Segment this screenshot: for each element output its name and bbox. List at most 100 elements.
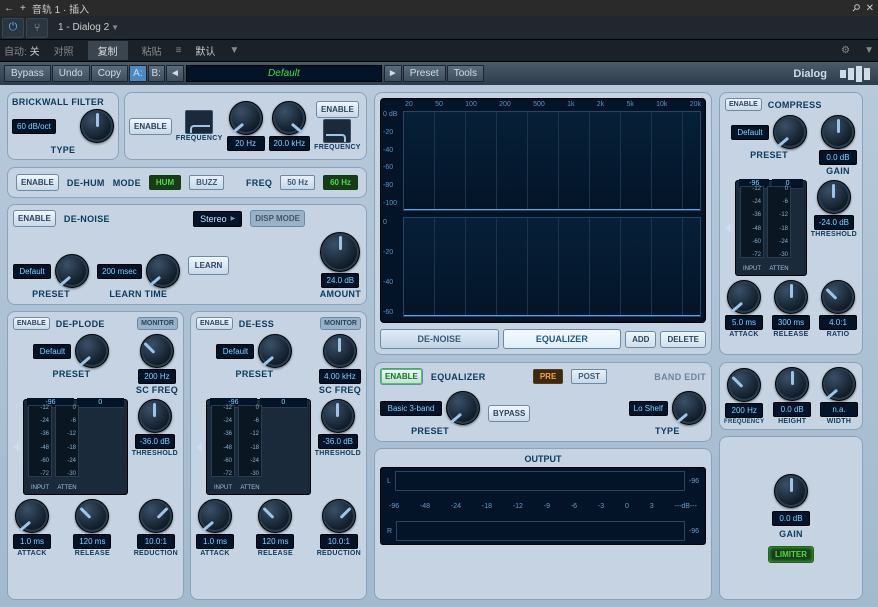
deplode-attack-knob[interactable] bbox=[15, 499, 49, 533]
band-delete-button[interactable]: DELETE bbox=[660, 331, 706, 348]
compress-enable[interactable]: ENABLE bbox=[725, 98, 762, 111]
gear-icon[interactable]: ⚙ bbox=[841, 45, 850, 56]
denoise-disp-button[interactable]: DISP MODE bbox=[250, 210, 305, 227]
pin-icon[interactable]: ⚲ bbox=[849, 2, 862, 15]
denoise-preset-knob[interactable] bbox=[55, 254, 89, 288]
eq-freq-knob[interactable] bbox=[727, 368, 761, 402]
host-preset-select[interactable]: 1 - Dialog 2▼ bbox=[50, 22, 127, 33]
compress-preset-value[interactable]: Default bbox=[731, 125, 769, 140]
compare-button[interactable]: 对照 bbox=[54, 43, 74, 58]
dehum-hum-button[interactable]: HUM bbox=[149, 175, 181, 190]
eq-type-value[interactable]: Lo Shelf bbox=[629, 401, 668, 416]
menu-icon[interactable]: ≡ bbox=[176, 45, 182, 56]
deess-scfreq-knob[interactable] bbox=[323, 334, 357, 368]
deplode-reduction-knob[interactable] bbox=[139, 499, 173, 533]
deess-attack-knob[interactable] bbox=[198, 499, 232, 533]
denoise-stereo-select[interactable]: Stereo▶ bbox=[193, 211, 242, 227]
preset-menu-button[interactable]: Preset bbox=[403, 65, 446, 82]
eq-width-value[interactable]: n.a. bbox=[820, 402, 858, 417]
deplode-enable[interactable]: ENABLE bbox=[13, 317, 50, 330]
eq-height-value[interactable]: 0.0 dB bbox=[773, 402, 811, 417]
preset-display[interactable]: Default bbox=[186, 65, 382, 82]
bypass-button[interactable]: Bypass bbox=[4, 65, 51, 82]
eq-freq-value[interactable]: 200 Hz bbox=[725, 403, 763, 418]
eq-width-knob[interactable] bbox=[822, 367, 856, 401]
denoise-learn-value[interactable]: 200 msec bbox=[97, 264, 142, 279]
hp-freq-value[interactable]: 20 Hz bbox=[227, 136, 265, 151]
dehum-enable[interactable]: ENABLE bbox=[16, 174, 59, 191]
compress-attack-knob[interactable] bbox=[727, 280, 761, 314]
deplode-reduction-value[interactable]: 10.0:1 bbox=[137, 534, 175, 549]
deplode-scfreq-knob[interactable] bbox=[140, 334, 174, 368]
compress-thresh-knob[interactable] bbox=[817, 180, 851, 214]
lp-freq-knob[interactable] bbox=[272, 101, 306, 135]
paste-button[interactable]: 粘贴 bbox=[142, 43, 162, 58]
slot-b-button[interactable]: B: bbox=[148, 65, 165, 82]
copy-button[interactable]: 复制 bbox=[88, 41, 128, 60]
spectrum-display[interactable]: 20501002005001k2k5k10k20k 0 dB-20-40-60-… bbox=[380, 98, 706, 323]
deess-enable[interactable]: ENABLE bbox=[196, 317, 233, 330]
compress-attack-value[interactable]: 5.0 ms bbox=[725, 315, 763, 330]
compress-gain-knob[interactable] bbox=[821, 115, 855, 149]
brickwall-hp-enable[interactable]: ENABLE bbox=[129, 118, 172, 135]
brickwall-type-knob[interactable] bbox=[80, 109, 114, 143]
deplode-preset-knob[interactable] bbox=[75, 334, 109, 368]
graph-tab-denoise[interactable]: DE-NOISE bbox=[380, 329, 499, 349]
slot-a-button[interactable]: A: bbox=[129, 65, 146, 82]
preset-prev-icon[interactable]: ◄ bbox=[166, 65, 184, 82]
denoise-enable[interactable]: ENABLE bbox=[13, 210, 56, 227]
eq-bypass-button[interactable]: BYPASS bbox=[488, 405, 530, 422]
deess-preset-knob[interactable] bbox=[258, 334, 292, 368]
denoise-learn-knob[interactable] bbox=[146, 254, 180, 288]
deplode-scfreq-value[interactable]: 200 Hz bbox=[138, 369, 176, 384]
deess-thresh-knob[interactable] bbox=[321, 399, 355, 433]
compress-gain-value[interactable]: 0.0 dB bbox=[819, 150, 857, 165]
eq-post-button[interactable]: POST bbox=[571, 369, 607, 384]
compress-ratio-knob[interactable] bbox=[821, 280, 855, 314]
denoise-amount-knob[interactable] bbox=[320, 232, 360, 272]
lp-freq-value[interactable]: 20.0 kHz bbox=[269, 136, 311, 151]
undo-button[interactable]: Undo bbox=[52, 65, 90, 82]
deplode-attack-value[interactable]: 1.0 ms bbox=[13, 534, 51, 549]
compress-ratio-value[interactable]: 4.0:1 bbox=[819, 315, 857, 330]
brickwall-lp-enable[interactable]: ENABLE bbox=[316, 101, 359, 118]
deess-thresh-value[interactable]: -36.0 dB bbox=[318, 434, 358, 449]
dehum-buzz-button[interactable]: BUZZ bbox=[189, 175, 224, 190]
routing-button[interactable]: ⑂ bbox=[26, 18, 48, 38]
denoise-preset-value[interactable]: Default bbox=[13, 264, 51, 279]
eq-type-knob[interactable] bbox=[672, 391, 706, 425]
eq-preset-value[interactable]: Basic 3-band bbox=[380, 401, 442, 416]
dehum-50hz-button[interactable]: 50 Hz bbox=[280, 175, 315, 190]
output-gain-value[interactable]: 0.0 dB bbox=[772, 511, 810, 526]
graph-tab-equalizer[interactable]: EQUALIZER bbox=[503, 329, 622, 349]
eq-preset-knob[interactable] bbox=[446, 391, 480, 425]
automation-off[interactable]: 关 bbox=[30, 47, 40, 58]
denoise-amount-value[interactable]: 24.0 dB bbox=[321, 273, 359, 288]
eq-enable[interactable]: ENABLE bbox=[380, 368, 423, 385]
eq-height-knob[interactable] bbox=[775, 367, 809, 401]
deplode-monitor[interactable]: MONITOR bbox=[137, 317, 178, 330]
deplode-release-knob[interactable] bbox=[75, 499, 109, 533]
deess-monitor[interactable]: MONITOR bbox=[320, 317, 361, 330]
deplode-thresh-value[interactable]: -36.0 dB bbox=[135, 434, 175, 449]
deplode-release-value[interactable]: 120 ms bbox=[73, 534, 111, 549]
deplode-preset-value[interactable]: Default bbox=[33, 344, 71, 359]
preset-next-icon[interactable]: ► bbox=[384, 65, 402, 82]
output-gain-knob[interactable] bbox=[774, 474, 808, 508]
limiter-button[interactable]: LIMITER bbox=[768, 546, 814, 563]
compress-thresh-value[interactable]: -24.0 dB bbox=[814, 215, 854, 230]
brickwall-type-value[interactable]: 60 dB/oct bbox=[12, 119, 56, 134]
compress-release-value[interactable]: 300 ms bbox=[772, 315, 810, 330]
eq-pre-button[interactable]: PRE bbox=[533, 369, 563, 384]
default-preset[interactable]: 默认 bbox=[195, 43, 215, 58]
back-icon[interactable]: ← bbox=[4, 3, 14, 14]
deess-scfreq-value[interactable]: 4.00 kHz bbox=[319, 369, 361, 384]
deess-reduction-knob[interactable] bbox=[322, 499, 356, 533]
compress-release-knob[interactable] bbox=[774, 280, 808, 314]
deess-attack-value[interactable]: 1.0 ms bbox=[196, 534, 234, 549]
power-button[interactable]: ⏻ bbox=[2, 18, 24, 38]
copy-preset-button[interactable]: Copy bbox=[91, 65, 128, 82]
dehum-60hz-button[interactable]: 60 Hz bbox=[323, 175, 358, 190]
deess-release-knob[interactable] bbox=[258, 499, 292, 533]
deess-reduction-value[interactable]: 10.0:1 bbox=[320, 534, 358, 549]
